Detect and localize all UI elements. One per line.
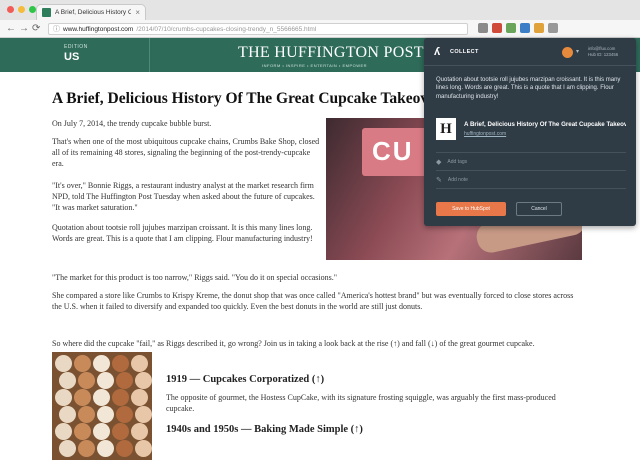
- cupcake: [116, 440, 133, 457]
- store-sign-text: CU: [372, 136, 414, 166]
- cupcake: [131, 423, 148, 440]
- collect-panel: ʎ COLLECT ▾ info@flux.com Hub ID: 123456…: [424, 38, 636, 226]
- page-info-icon[interactable]: ⓘ: [53, 24, 60, 34]
- cupcake: [59, 406, 76, 423]
- edition-value: US: [64, 51, 80, 63]
- forward-button[interactable]: →: [19, 23, 29, 35]
- cupcake: [74, 423, 91, 440]
- cupcake: [135, 372, 152, 389]
- extension-6-icon[interactable]: [548, 23, 558, 33]
- cupcake: [135, 406, 152, 423]
- divider: [436, 152, 626, 153]
- cupcake: [74, 355, 91, 372]
- article-headline: A Brief, Delicious History Of The Great …: [52, 90, 442, 107]
- tag-icon: ◆: [436, 159, 442, 166]
- extension-4-icon[interactable]: [520, 23, 530, 33]
- cupcake: [112, 355, 129, 372]
- tab-title: A Brief, Delicious History Of T: [55, 9, 132, 16]
- cupcake: [78, 372, 95, 389]
- maximize-window-button[interactable]: [29, 6, 36, 13]
- cupcake: [97, 372, 114, 389]
- browser-tab[interactable]: A Brief, Delicious History Of T ×: [36, 4, 146, 20]
- tab-close-icon[interactable]: ×: [135, 8, 140, 17]
- divider: [436, 170, 626, 171]
- section-heading-1940s: 1940s and 1950s — Baking Made Simple (↑): [166, 424, 363, 435]
- collect-logo-icon: ʎ: [434, 46, 441, 58]
- add-tags-field[interactable]: ◆ Add tags: [436, 156, 467, 168]
- cupcake: [55, 355, 72, 372]
- collect-brand-label: COLLECT: [450, 49, 479, 55]
- cupcake: [93, 355, 110, 372]
- cupcake: [112, 423, 129, 440]
- cupcake: [93, 389, 110, 406]
- cupcake: [74, 389, 91, 406]
- article-paragraph-5: "The market for this product is too narr…: [52, 273, 338, 282]
- huffpost-favicon-icon: [42, 8, 51, 17]
- url-host: www.huffingtonpost.com: [63, 25, 134, 33]
- site-tagline: INFORM • INSPIRE • ENTERTAIN • EMPOWER: [262, 63, 368, 68]
- address-bar[interactable]: ⓘ www.huffingtonpost.com /2014/07/10/cru…: [48, 23, 468, 35]
- article-paragraph-1: On July 7, 2014, the trendy cupcake bubb…: [52, 119, 212, 128]
- account-sub: Hub ID: 123456: [588, 52, 619, 57]
- cupcake: [116, 372, 133, 389]
- cupcake: [135, 440, 152, 457]
- edition-label: EDITION: [64, 44, 88, 50]
- cupcake: [97, 406, 114, 423]
- article-paragraph-6: She compared a store like Crumbs to Kris…: [52, 291, 574, 311]
- extension-2-icon[interactable]: [492, 23, 502, 33]
- window-controls: [7, 6, 36, 13]
- article-paragraph-2: That's when one of the most ubiquitous c…: [52, 137, 320, 168]
- account-dropdown-icon[interactable]: ▾: [576, 48, 579, 55]
- back-button[interactable]: ←: [6, 23, 16, 35]
- source-link[interactable]: huffingtonpost.com: [464, 131, 506, 137]
- article-paragraph-3: "It's over," Bonnie Riggs, a restaurant …: [52, 181, 315, 212]
- cupcake: [116, 406, 133, 423]
- article-paragraph-7: So where did the cupcake "fail," as Rigg…: [52, 339, 535, 348]
- clipped-quote: Quotation about tootsie roll jujubes mar…: [436, 77, 621, 100]
- divider: [436, 188, 626, 189]
- section-heading-1919: 1919 — Cupcakes Corporatized (↑): [166, 374, 325, 385]
- article-paragraph-4: Quotation about tootsie roll jujubes mar…: [52, 223, 313, 243]
- close-window-button[interactable]: [7, 6, 14, 13]
- cupcake: [59, 440, 76, 457]
- add-note-placeholder: Add note: [447, 177, 468, 183]
- cupcake: [59, 372, 76, 389]
- edition-selector[interactable]: EDITION US: [0, 38, 150, 72]
- source-thumbnail: H: [436, 118, 456, 140]
- cupcake: [97, 440, 114, 457]
- site-logo[interactable]: THE HUFFINGTON POST: [238, 44, 424, 62]
- cupcake: [78, 440, 95, 457]
- account-info[interactable]: info@flux.com Hub ID: 123456: [588, 46, 618, 58]
- browser-tab-bar: A Brief, Delicious History Of T ×: [0, 0, 640, 20]
- extension-1-icon[interactable]: [478, 23, 488, 33]
- cupcake: [93, 423, 110, 440]
- cupcake: [131, 355, 148, 372]
- extension-3-icon[interactable]: [506, 23, 516, 33]
- cancel-button[interactable]: Cancel: [516, 202, 562, 216]
- cupcake: [55, 389, 72, 406]
- article-paragraph-8: The opposite of gourmet, the Hostess Cup…: [166, 393, 556, 413]
- save-button[interactable]: Save to HubSpot: [436, 202, 506, 216]
- source-link-card: H A Brief, Delicious History Of The Grea…: [436, 118, 626, 142]
- user-avatar[interactable]: [562, 47, 573, 58]
- cupcake: [112, 389, 129, 406]
- cupcake: [78, 406, 95, 423]
- extension-icons: [478, 23, 558, 33]
- extension-5-icon[interactable]: [534, 23, 544, 33]
- cupcakes-photo: [52, 352, 152, 460]
- reload-button[interactable]: ⟳: [32, 23, 40, 35]
- browser-toolbar: ← → ⟳ ⓘ www.huffingtonpost.com /2014/07/…: [0, 20, 640, 38]
- add-note-field[interactable]: ✎ Add note: [436, 174, 468, 186]
- pencil-icon: ✎: [436, 177, 442, 184]
- cupcake: [131, 389, 148, 406]
- url-path: /2014/07/10/crumbs-cupcakes-closing-tren…: [136, 25, 317, 33]
- source-title: A Brief, Delicious History Of The Great …: [464, 121, 626, 128]
- collect-panel-header: ʎ COLLECT ▾ info@flux.com Hub ID: 123456: [424, 38, 636, 66]
- cupcake: [55, 423, 72, 440]
- add-tags-placeholder: Add tags: [447, 159, 468, 165]
- minimize-window-button[interactable]: [18, 6, 25, 13]
